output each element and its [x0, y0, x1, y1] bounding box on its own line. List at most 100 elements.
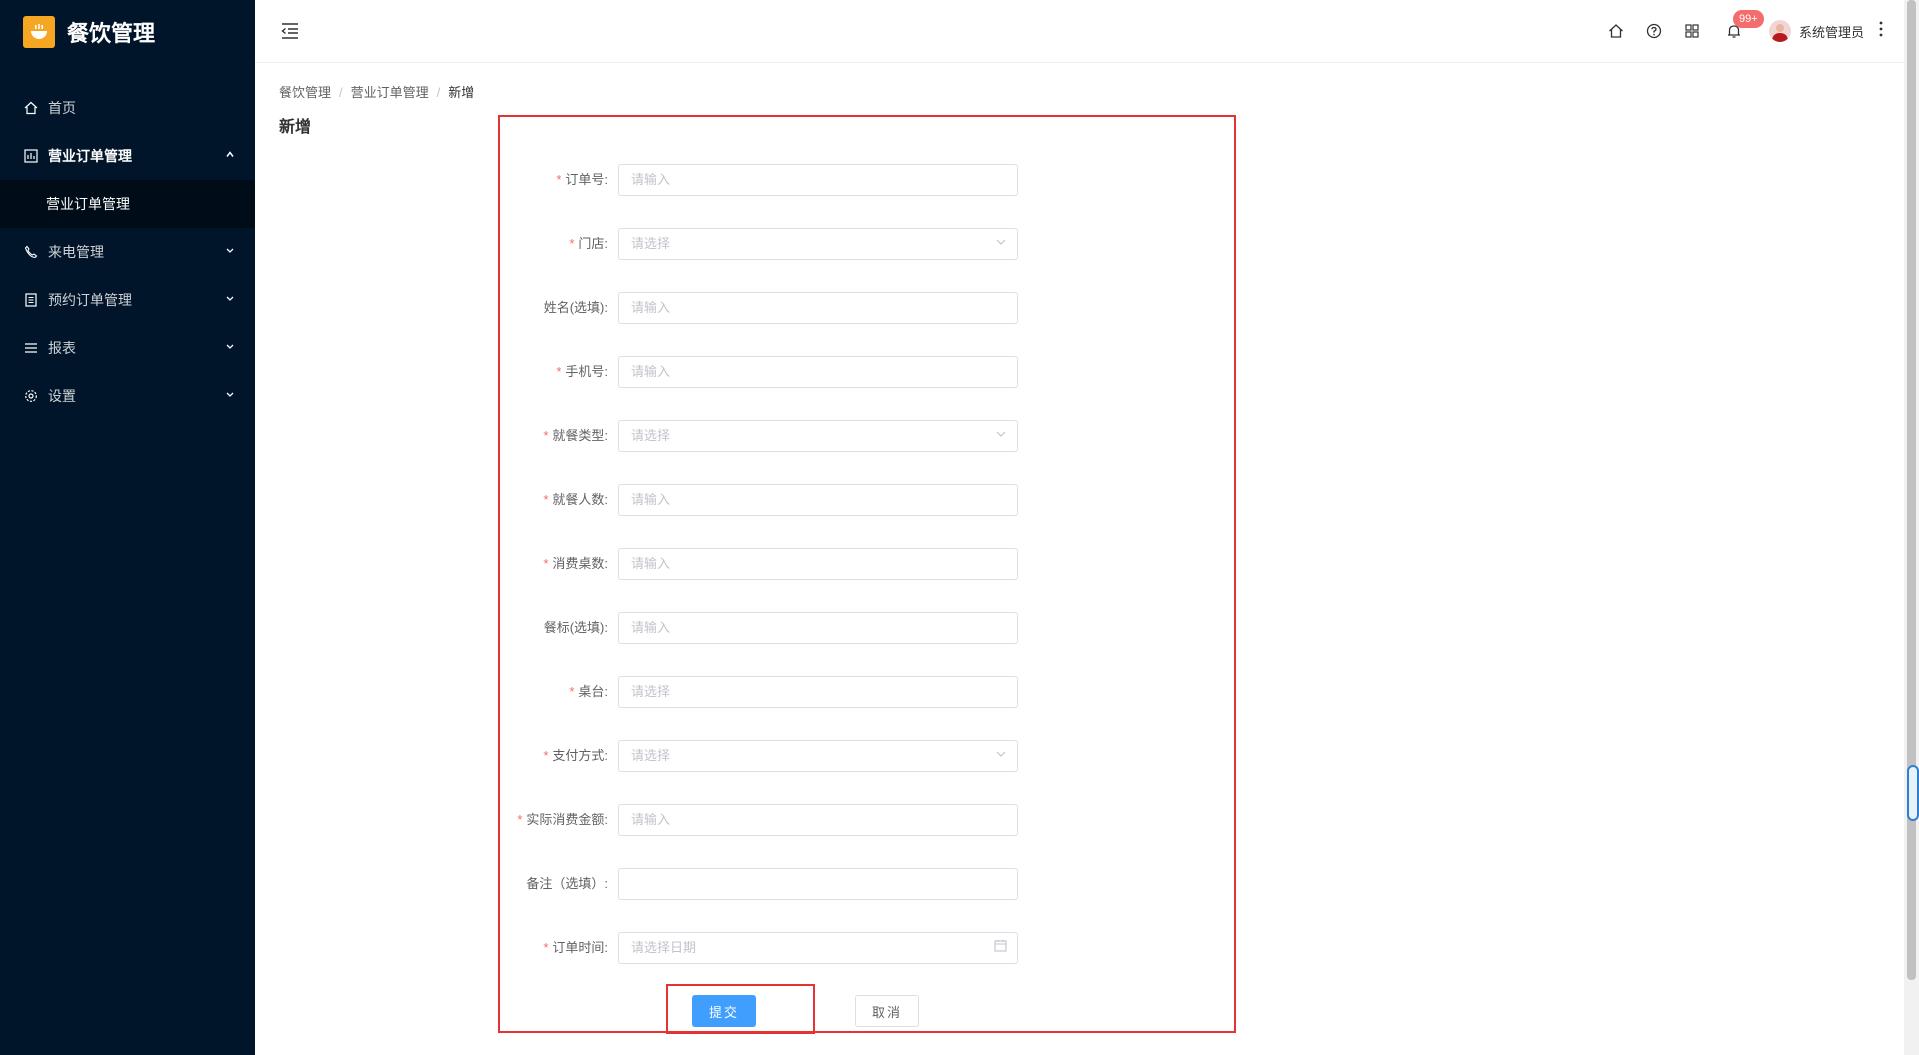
required-mark: * [543, 492, 549, 507]
required-mark: * [556, 364, 562, 379]
breadcrumb-separator: / [436, 85, 441, 100]
sidebar-subitem-business-orders[interactable]: 营业订单管理 [0, 180, 255, 228]
form-row-store: * 门店: 请选择 [500, 228, 1234, 260]
date-placeholder: 请选择日期 [631, 940, 697, 955]
scrollbar-thumb[interactable] [1907, 0, 1916, 980]
form-row-name: 姓名(选填): 请输入 [500, 292, 1234, 324]
sidebar-item-label: 报表 [48, 340, 76, 356]
field-label: * 就餐类型: [543, 428, 608, 443]
home-icon [24, 101, 38, 115]
field-label: * 手机号: [556, 364, 608, 379]
field-label: 备注（选填）: [526, 876, 608, 891]
select-placeholder: 请选择 [631, 236, 671, 251]
order-no-input[interactable]: 请输入 [618, 164, 1018, 196]
form-row-guest-count: * 就餐人数: 请输入 [500, 484, 1234, 516]
header-actions: 99+ 系统管理员 [1587, 0, 1884, 62]
form-row-phone: * 手机号: 请输入 [500, 356, 1234, 388]
field-label: * 门店: [569, 236, 608, 251]
chevron-up-icon [225, 150, 235, 163]
home-icon[interactable] [1607, 22, 1625, 40]
sidebar-menu: 首页 营业订单管理 营业订单管理 来电管理 预约订单管理 报表 设置 [0, 84, 255, 420]
chevron-down-icon [225, 294, 235, 307]
help-icon[interactable] [1645, 22, 1663, 40]
field-label: * 订单号: [556, 172, 608, 187]
phone-icon [24, 245, 38, 259]
guest-count-input[interactable]: 请输入 [618, 484, 1018, 516]
avatar[interactable] [1768, 20, 1791, 42]
sidebar-item-home[interactable]: 首页 [0, 84, 255, 132]
chevron-down-icon [995, 229, 1007, 259]
notification-badge: 99+ [1732, 10, 1764, 28]
field-label: 姓名(选填): [543, 300, 608, 315]
vertical-scrollbar[interactable] [1904, 0, 1919, 1055]
field-label: * 订单时间: [543, 940, 608, 955]
actual-amount-input[interactable]: 请输入 [618, 804, 1018, 836]
username[interactable]: 系统管理员 [1799, 22, 1864, 41]
document-icon [24, 293, 38, 307]
sidebar-item-label: 来电管理 [48, 244, 104, 260]
order-time-date-picker[interactable]: 请选择日期 [618, 932, 1018, 964]
meal-standard-input[interactable]: 请输入 [618, 612, 1018, 644]
more-vertical-icon[interactable] [1878, 20, 1884, 43]
form-row-table: * 桌台: 请选择 [500, 676, 1234, 708]
calendar-icon [994, 933, 1007, 963]
chevron-down-icon [225, 342, 235, 355]
field-label: * 桌台: [569, 684, 608, 699]
chart-box-icon [24, 149, 38, 163]
store-select[interactable]: 请选择 [618, 228, 1018, 260]
required-mark: * [556, 172, 562, 187]
required-mark: * [543, 940, 549, 955]
scroll-handle[interactable] [1907, 765, 1919, 821]
dining-type-select[interactable]: 请选择 [618, 420, 1018, 452]
form-row-order-no: * 订单号: 请输入 [500, 164, 1234, 196]
sidebar: 餐饮管理 首页 营业订单管理 营业订单管理 来电管理 预约订单管理 报表 设置 [0, 0, 255, 1055]
form-row-remark: 备注（选填）: [500, 868, 1234, 900]
required-mark: * [569, 236, 575, 251]
form-row-meal-standard: 餐标(选填): 请输入 [500, 612, 1234, 644]
field-label: * 支付方式: [543, 748, 608, 763]
required-mark: * [543, 428, 549, 443]
sidebar-item-reservations[interactable]: 预约订单管理 [0, 276, 255, 324]
select-placeholder: 请选择 [631, 748, 671, 763]
sidebar-item-label: 营业订单管理 [48, 148, 132, 164]
remark-input[interactable] [618, 868, 1018, 900]
required-mark: * [543, 556, 549, 571]
breadcrumb-current: 新增 [448, 85, 475, 100]
sidebar-item-calls[interactable]: 来电管理 [0, 228, 255, 276]
page-title: 新增 [279, 119, 312, 136]
top-header: 99+ 系统管理员 [255, 0, 1904, 63]
logo[interactable]: 餐饮管理 [23, 16, 155, 48]
sidebar-item-reports[interactable]: 报表 [0, 324, 255, 372]
required-mark: * [569, 684, 575, 699]
required-mark: * [543, 748, 549, 763]
sidebar-subitem-label: 营业订单管理 [46, 196, 130, 212]
cancel-button[interactable]: 取消 [855, 995, 919, 1027]
field-label: * 实际消费金额: [517, 812, 608, 827]
phone-input[interactable]: 请输入 [618, 356, 1018, 388]
breadcrumb-item[interactable]: 营业订单管理 [351, 85, 429, 100]
bowl-logo-icon [23, 16, 55, 48]
submit-button[interactable]: 提交 [692, 995, 756, 1027]
form-row-payment-method: * 支付方式: 请选择 [500, 740, 1234, 772]
sidebar-item-business-orders[interactable]: 营业订单管理 [0, 132, 255, 180]
breadcrumb: 餐饮管理 / 营业订单管理 / 新增 [279, 82, 474, 101]
order-form: * 订单号: 请输入 * 门店: 请选择 姓名(选填): 请输入 * 手机号: 请输入… [498, 115, 1236, 1034]
breadcrumb-separator: / [339, 85, 343, 100]
chevron-down-icon [225, 246, 235, 259]
bell-icon[interactable]: 99+ [1725, 10, 1764, 40]
name-input[interactable]: 请输入 [618, 292, 1018, 324]
table-picker-input[interactable]: 请选择 [618, 676, 1018, 708]
sidebar-item-settings[interactable]: 设置 [0, 372, 255, 420]
menu-fold-icon[interactable] [279, 20, 301, 42]
grid-icon[interactable] [1683, 22, 1701, 40]
form-row-actual-amount: * 实际消费金额: 请输入 [500, 804, 1234, 836]
chevron-down-icon [995, 421, 1007, 451]
table-count-input[interactable]: 请输入 [618, 548, 1018, 580]
field-label: 餐标(选填): [543, 620, 608, 635]
select-placeholder: 请选择 [631, 428, 671, 443]
payment-method-select[interactable]: 请选择 [618, 740, 1018, 772]
sidebar-item-label: 预约订单管理 [48, 292, 132, 308]
field-label: * 消费桌数: [543, 556, 608, 571]
required-mark: * [517, 812, 523, 827]
breadcrumb-item[interactable]: 餐饮管理 [279, 85, 331, 100]
